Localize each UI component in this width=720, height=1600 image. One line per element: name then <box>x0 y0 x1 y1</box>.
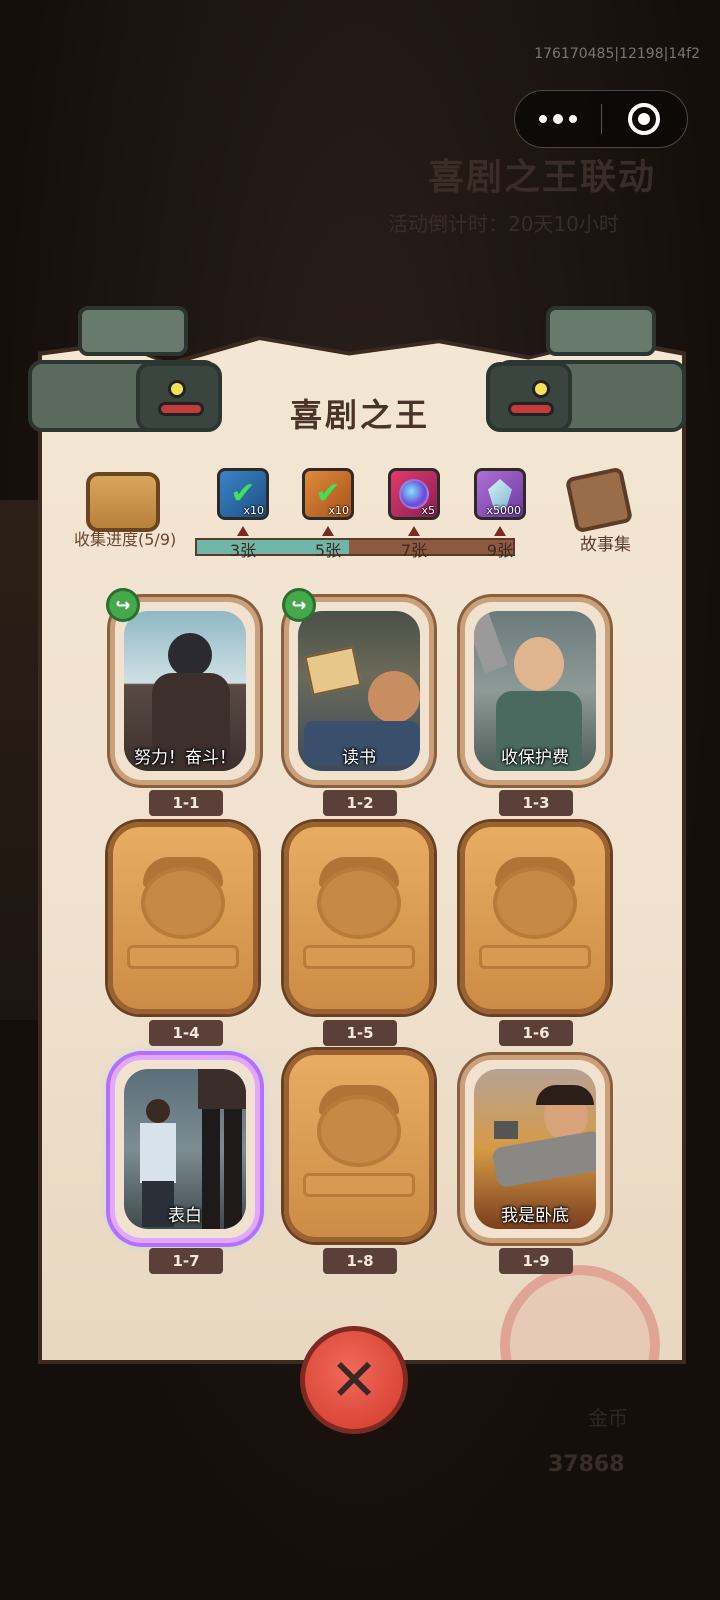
milestone-marker <box>322 526 334 536</box>
milestone-label: 3张 <box>229 541 257 560</box>
share-arrow-icon[interactable]: ↪ <box>282 588 316 622</box>
card-number-tag: 1-4 <box>149 1020 223 1046</box>
milestone-marker <box>408 526 420 536</box>
card-1-8[interactable] <box>284 1050 434 1242</box>
collection-progress-label: 收集进度(5/9) <box>74 530 177 549</box>
card-number-tag: 1-7 <box>149 1248 223 1274</box>
reward-qty: x10 <box>328 504 349 517</box>
card-1-7[interactable]: 表白 <box>110 1055 260 1243</box>
card-title: 表白 <box>168 1206 202 1226</box>
wax-stamp <box>500 1265 660 1360</box>
card-number-tag: 1-6 <box>499 1020 573 1046</box>
reward-qty: x10 <box>243 504 264 517</box>
card-1-5[interactable] <box>284 822 434 1014</box>
close-button[interactable]: ✕ <box>300 1326 408 1434</box>
card-1-3[interactable]: 收保护费 <box>460 597 610 785</box>
story-book-icon[interactable] <box>564 466 634 534</box>
card-number-tag: 1-8 <box>323 1248 397 1274</box>
card-pack-icon <box>86 472 160 532</box>
modal-title: 喜剧之王 <box>289 396 430 434</box>
coin-count: 37868 <box>548 1452 625 1477</box>
reward-qty: x5 <box>421 504 435 517</box>
game-screen: 喜剧之王联动 活动倒计时：20天10小时 金币 37868 176170485|… <box>0 0 720 1600</box>
event-title: 喜剧之王联动 <box>428 157 657 198</box>
card-number-tag: 1-5 <box>323 1020 397 1046</box>
blue-check-ticket-icon[interactable]: ✔ x10 <box>217 468 269 520</box>
milestone-marker <box>237 526 249 536</box>
milestone-marker <box>494 526 506 536</box>
card-number-tag: 1-2 <box>323 790 397 816</box>
card-number-tag: 1-9 <box>499 1248 573 1274</box>
card-title: 我是卧底 <box>501 1206 569 1226</box>
card-title: 努力！奋斗！ <box>134 748 236 768</box>
miniprogram-capsule <box>514 90 688 148</box>
milestone-label: 5张 <box>314 541 342 560</box>
debug-text: 176170485|12198|14f2 <box>534 46 700 62</box>
card-title: 收保护费 <box>501 748 569 768</box>
card-1-2[interactable]: 读书 <box>284 597 434 785</box>
orange-check-ticket-icon[interactable]: ✔ x10 <box>302 468 354 520</box>
card-1-1[interactable]: 努力！奋斗！ <box>110 597 260 785</box>
more-dots-icon[interactable] <box>515 91 601 147</box>
diamond-icon[interactable]: x5000 <box>474 468 526 520</box>
target-circle-icon[interactable] <box>602 91 688 147</box>
coin-label: 金币 <box>588 1406 628 1430</box>
card-1-9[interactable]: 我是卧底 <box>460 1055 610 1243</box>
milestone-label: 7张 <box>400 541 428 560</box>
event-countdown: 活动倒计时：20天10小时 <box>388 212 619 236</box>
card-1-6[interactable] <box>460 822 610 1014</box>
story-button-label[interactable]: 故事集 <box>580 530 631 555</box>
reward-qty: x5000 <box>486 504 521 517</box>
portal-orb-icon[interactable]: x5 <box>388 468 440 520</box>
milestone-label: 9张 <box>486 541 514 560</box>
share-arrow-icon[interactable]: ↪ <box>106 588 140 622</box>
card-number-tag: 1-3 <box>499 790 573 816</box>
card-title: 读书 <box>342 748 376 768</box>
card-1-4[interactable] <box>108 822 258 1014</box>
close-x-icon: ✕ <box>329 1346 379 1414</box>
card-number-tag: 1-1 <box>149 790 223 816</box>
